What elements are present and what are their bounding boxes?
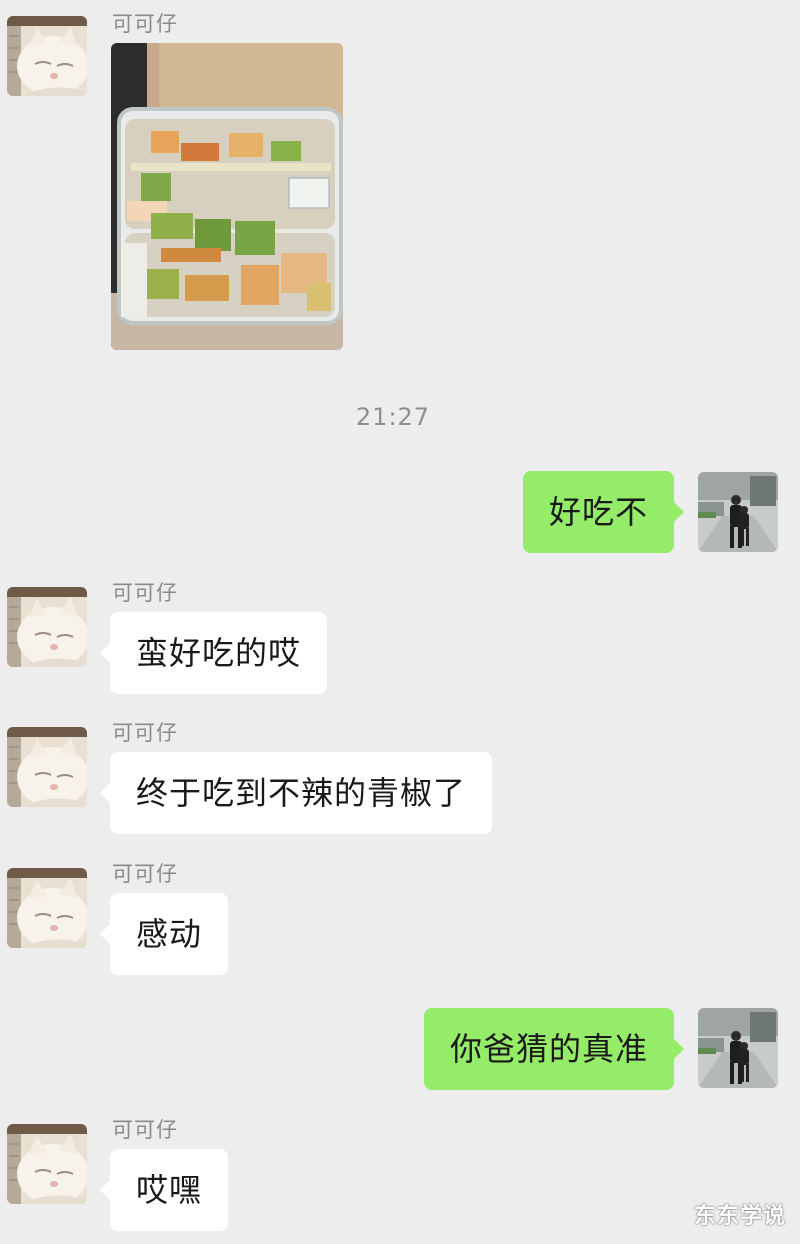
incoming-message-bubble[interactable]: 终于吃到不辣的青椒了: [99, 752, 493, 834]
sender-name: 可可仔: [112, 862, 178, 886]
contact-avatar[interactable]: [7, 587, 87, 667]
person-photo-avatar-icon: [698, 1008, 778, 1088]
incoming-message-bubble[interactable]: 感动: [99, 893, 229, 975]
watermark-text: 东东学说: [693, 1204, 786, 1229]
timestamp: 21:27: [355, 403, 431, 431]
cat-face-avatar-icon: [7, 587, 87, 667]
contact-avatar[interactable]: [7, 16, 87, 96]
food-photo-message[interactable]: [111, 43, 343, 350]
outgoing-message-bubble[interactable]: 好吃不: [522, 471, 685, 553]
cat-face-avatar-icon: [7, 868, 87, 948]
person-photo-avatar-icon: [698, 472, 778, 552]
contact-avatar[interactable]: [7, 727, 87, 807]
cat-face-avatar-icon: [7, 16, 87, 96]
incoming-message-bubble[interactable]: 哎嘿: [99, 1149, 229, 1231]
sender-name: 可可仔: [112, 12, 178, 36]
contact-avatar[interactable]: [7, 868, 87, 948]
food-container-image: [111, 43, 343, 350]
sender-name: 可可仔: [112, 1118, 178, 1142]
cat-face-avatar-icon: [7, 727, 87, 807]
incoming-message-bubble[interactable]: 蛮好吃的哎: [99, 612, 328, 694]
cat-face-avatar-icon: [7, 1124, 87, 1204]
my-avatar[interactable]: [698, 1008, 778, 1088]
sender-name: 可可仔: [112, 581, 178, 605]
my-avatar[interactable]: [698, 472, 778, 552]
contact-avatar[interactable]: [7, 1124, 87, 1204]
outgoing-message-bubble[interactable]: 你爸猜的真准: [423, 1008, 685, 1090]
sender-name: 可可仔: [112, 721, 178, 745]
